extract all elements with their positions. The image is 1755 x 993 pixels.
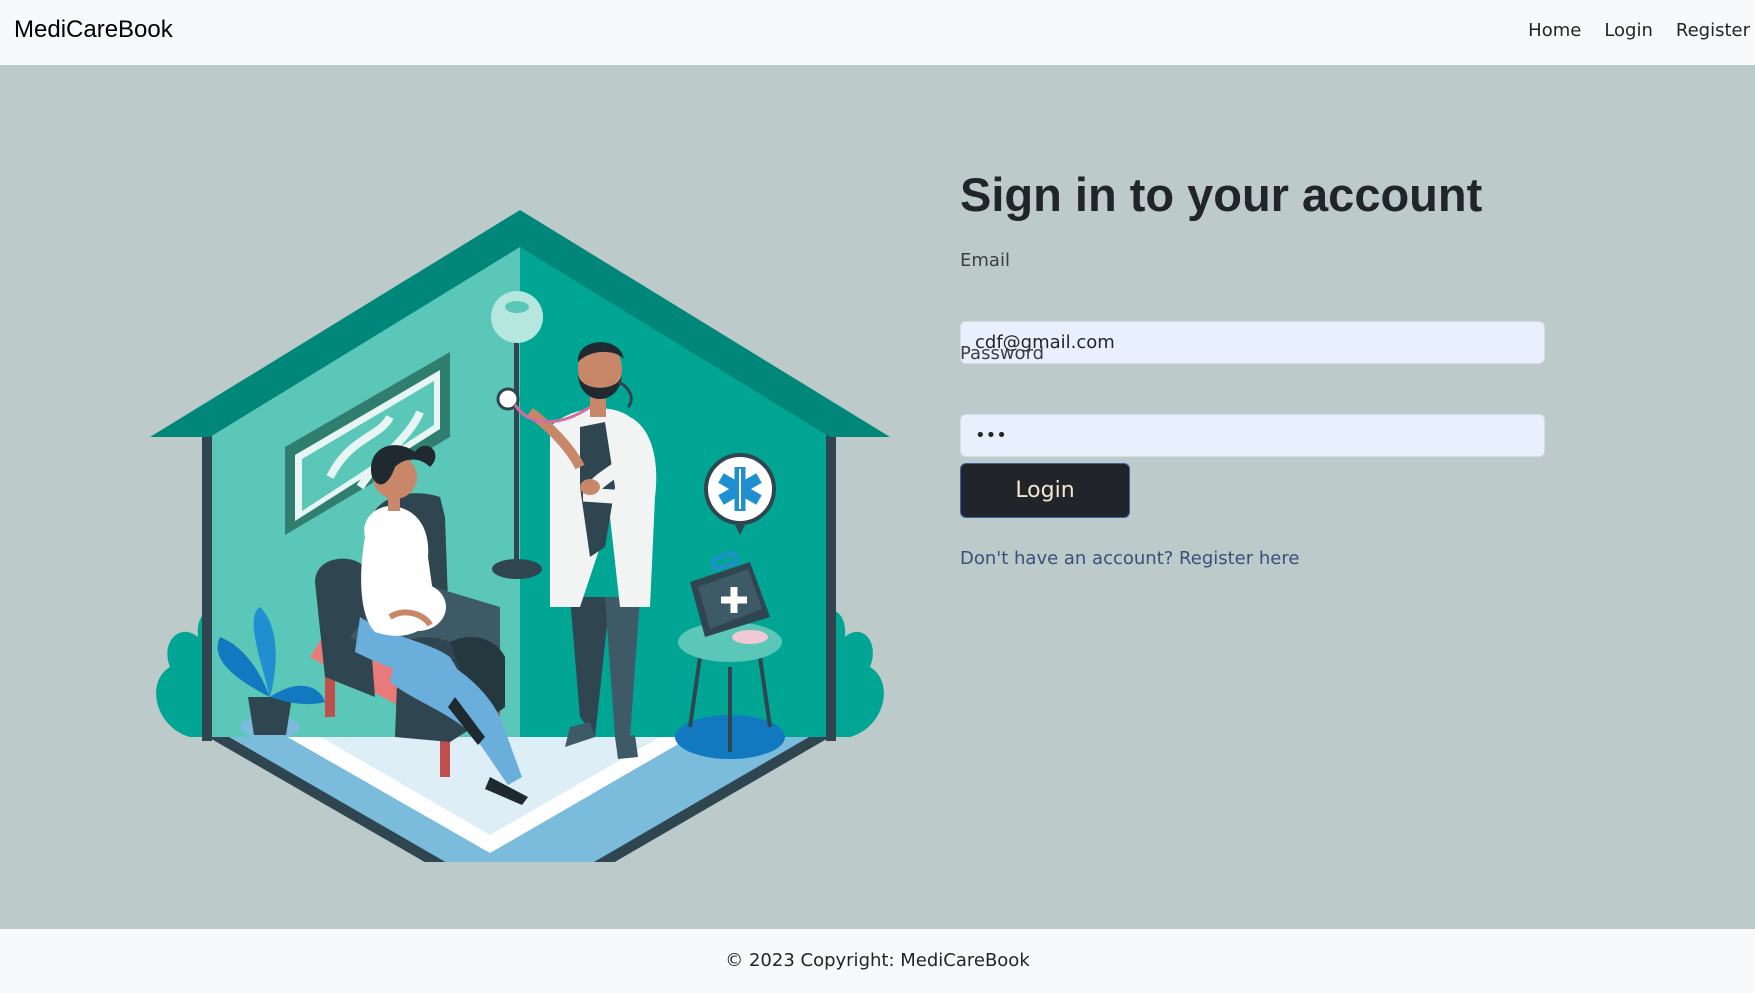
password-input[interactable] [960, 414, 1545, 457]
email-input[interactable] [960, 321, 1545, 364]
password-label: Password [960, 343, 1045, 364]
nav-link-home[interactable]: Home [1528, 20, 1581, 41]
doctor-patient-illustration [150, 210, 890, 862]
brand-logo[interactable]: MediCareBook [14, 16, 173, 44]
nav-link-register[interactable]: Register [1676, 20, 1750, 41]
email-label: Email [960, 250, 1010, 271]
nav-links: Home Login Register [1505, 20, 1750, 41]
register-link[interactable]: Don't have an account? Register here [960, 548, 1299, 569]
nav-link-login[interactable]: Login [1604, 20, 1653, 41]
main-content: Sign in to your account Email Password L… [0, 65, 1755, 929]
login-button[interactable]: Login [960, 463, 1130, 518]
page-title: Sign in to your account [960, 168, 1483, 221]
footer: © 2023 Copyright: MediCareBook [0, 929, 1755, 993]
copyright-text: © 2023 Copyright: MediCareBook [725, 950, 1030, 971]
navbar: MediCareBook Home Login Register [0, 0, 1755, 65]
